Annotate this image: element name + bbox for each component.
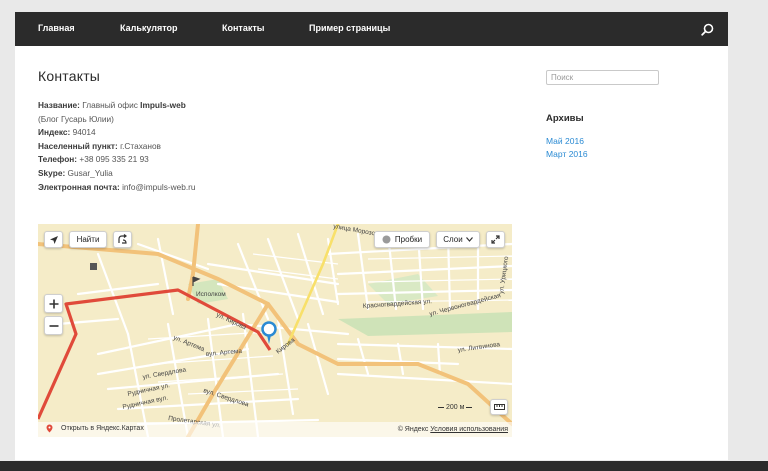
archive-link-may-2016[interactable]: Май 2016 (546, 136, 584, 146)
page-footer (0, 461, 768, 471)
ruler-icon (493, 404, 505, 410)
info-skype: Skype: Gusar_Yulia (38, 167, 113, 178)
map-copyright: © Яндекс (397, 426, 429, 433)
contact-info: Название: Главный офис Impuls-web (Блог … (38, 99, 196, 194)
ruler-button[interactable] (490, 399, 508, 415)
traffic-icon (382, 235, 391, 244)
traffic-button[interactable]: Пробки (374, 231, 430, 248)
chevron-down-icon (465, 237, 473, 242)
archive-link-march-2016[interactable]: Март 2016 (546, 149, 588, 159)
info-phone: Телефон: +38 095 335 21 93 (38, 154, 149, 165)
info-name: Название: Главный офис Impuls-web (38, 100, 186, 110)
open-in-yandex-label: Открыть в Яндекс.Картах (61, 425, 144, 432)
search-icon[interactable] (701, 23, 714, 36)
nav-item-sample-page[interactable]: Пример страницы (309, 23, 390, 33)
terms-of-use-link[interactable]: Условия использования (430, 426, 508, 433)
layers-button[interactable]: Слои (436, 231, 480, 248)
nav-item-contacts[interactable]: Контакты (222, 23, 264, 33)
sidebar-search-input[interactable] (546, 70, 659, 85)
map-pin-icon (46, 424, 53, 433)
geolocation-button[interactable] (44, 231, 63, 248)
info-city: Населенный пункт: г.Стаханов (38, 140, 161, 151)
zoom-out-button[interactable] (44, 316, 63, 335)
archives-title: Архивы (546, 113, 584, 124)
geolocation-icon (49, 235, 58, 244)
info-name-note: (Блог Гусарь Юлии) (38, 113, 114, 124)
poi-label-ispolkom: Исполком (196, 291, 226, 298)
yandex-map[interactable]: Кирова ул. Кирова ул. Артема вул. Артема… (38, 224, 512, 437)
info-email: Электронная почта: info@impuls-web.ru (38, 181, 196, 192)
fullscreen-button[interactable] (486, 231, 505, 248)
route-icon (118, 234, 127, 244)
map-scale: 200 м (438, 404, 473, 411)
top-navbar: Главная Калькулятор Контакты Пример стра… (15, 12, 728, 46)
traffic-label: Пробки (394, 235, 423, 244)
shop-icon (90, 263, 97, 270)
nav-item-calculator[interactable]: Калькулятор (120, 23, 178, 33)
expand-icon (491, 235, 500, 244)
minus-icon (49, 324, 58, 327)
page-title: Контакты (38, 68, 101, 84)
map-attribution: © Яндекс Условия использования (398, 426, 508, 433)
find-button[interactable]: Найти (69, 231, 107, 248)
open-in-yandex-link[interactable]: Открыть в Яндекс.Картах (46, 424, 144, 433)
zoom-in-button[interactable] (44, 294, 63, 313)
nav-item-home[interactable]: Главная (38, 23, 75, 33)
scale-label: 200 м (446, 404, 465, 411)
layers-label: Слои (443, 235, 463, 244)
info-index: Индекс: 94014 (38, 127, 96, 138)
plus-icon (49, 299, 58, 308)
page-container: Главная Калькулятор Контакты Пример стра… (15, 12, 728, 460)
route-button[interactable] (113, 231, 132, 248)
